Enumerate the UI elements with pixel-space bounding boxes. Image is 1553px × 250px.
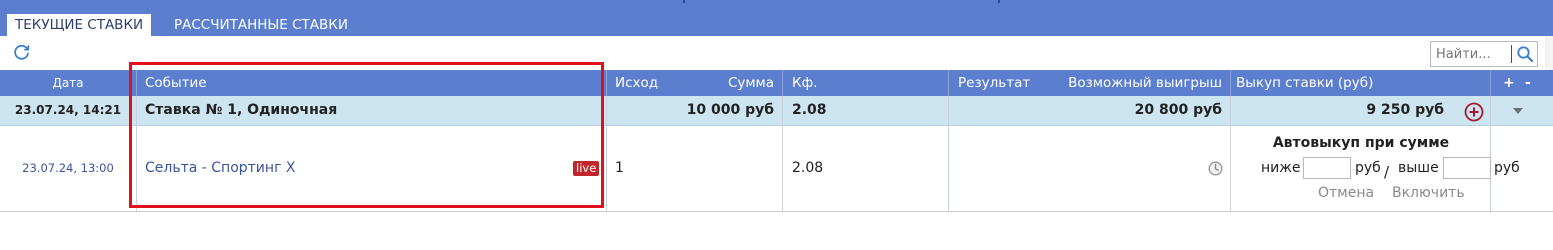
bet-buyout: 9 250 руб [1366, 102, 1444, 118]
col-coef[interactable]: Кф. [792, 70, 817, 96]
col-divider [948, 70, 949, 96]
autobuyout-above-input[interactable] [1443, 157, 1491, 179]
search-icon[interactable] [1515, 44, 1535, 64]
strip-divider [998, 0, 1000, 3]
clock-icon [1208, 161, 1223, 176]
col-divider [1490, 70, 1491, 96]
bet-possible-win: 20 800 руб [1134, 102, 1222, 118]
chevron-down-icon[interactable] [1512, 106, 1524, 116]
search-box [1430, 41, 1538, 67]
cell-divider [606, 96, 607, 126]
tab-bar: ТЕКУЩИЕ СТАВКИ РАССЧИТАННЫЕ СТАВКИ [0, 8, 1553, 36]
col-outcome[interactable]: Исход [615, 70, 658, 96]
autobuyout-title: Автовыкуп при сумме [1272, 135, 1450, 151]
scrollbar[interactable] [1545, 36, 1553, 70]
event-date: 23.07.24, 13:00 [22, 161, 114, 175]
collapse-all-button[interactable]: - [1525, 70, 1531, 96]
cell-divider [606, 126, 607, 212]
autobuyout-above-unit: руб [1494, 160, 1520, 176]
cell-divider [782, 126, 783, 212]
expand-all-button[interactable]: + [1503, 70, 1515, 96]
event-outcome: 1 [615, 160, 624, 176]
tab-current-bets[interactable]: ТЕКУЩИЕ СТАВКИ [7, 14, 152, 36]
buyout-plus-icon[interactable] [1463, 101, 1485, 123]
event-coef: 2.08 [792, 160, 824, 176]
bet-coef: 2.08 [792, 102, 827, 118]
tab-settled-bets[interactable]: РАССЧИТАННЫЕ СТАВКИ [166, 14, 356, 36]
col-divider [782, 70, 783, 96]
cell-divider [948, 126, 949, 212]
autobuyout-divider: / [1384, 163, 1390, 181]
refresh-icon[interactable] [12, 42, 32, 62]
strip-divider [683, 0, 685, 3]
col-possible-win[interactable]: Возможный выигрыш [1060, 70, 1222, 96]
autobuyout-enable-button[interactable]: Включить [1392, 185, 1465, 201]
col-buyout[interactable]: Выкуп ставки (руб) [1236, 70, 1373, 96]
top-strip [0, 0, 1553, 8]
col-amount[interactable]: Сумма [690, 70, 774, 96]
cell-divider [1490, 96, 1491, 126]
autobuyout-below-input[interactable] [1303, 157, 1351, 179]
bet-amount: 10 000 руб [686, 102, 774, 118]
cell-divider [948, 96, 949, 126]
search-divider [1511, 45, 1512, 63]
col-date[interactable]: Дата [0, 70, 136, 96]
autobuyout-below-unit: руб [1355, 160, 1381, 176]
cell-divider [1230, 96, 1231, 126]
bet-date: 23.07.24, 14:21 [14, 103, 122, 117]
autobuyout-above-label: выше [1398, 160, 1439, 176]
col-divider [1230, 70, 1231, 96]
search-input[interactable] [1431, 42, 1511, 66]
col-divider [606, 70, 607, 96]
col-result[interactable]: Результат [958, 70, 1030, 96]
annotation-highlight-box [129, 62, 604, 208]
autobuyout-below-label: ниже [1261, 160, 1301, 176]
cell-divider [782, 96, 783, 126]
autobuyout-cancel-button[interactable]: Отмена [1318, 185, 1374, 201]
